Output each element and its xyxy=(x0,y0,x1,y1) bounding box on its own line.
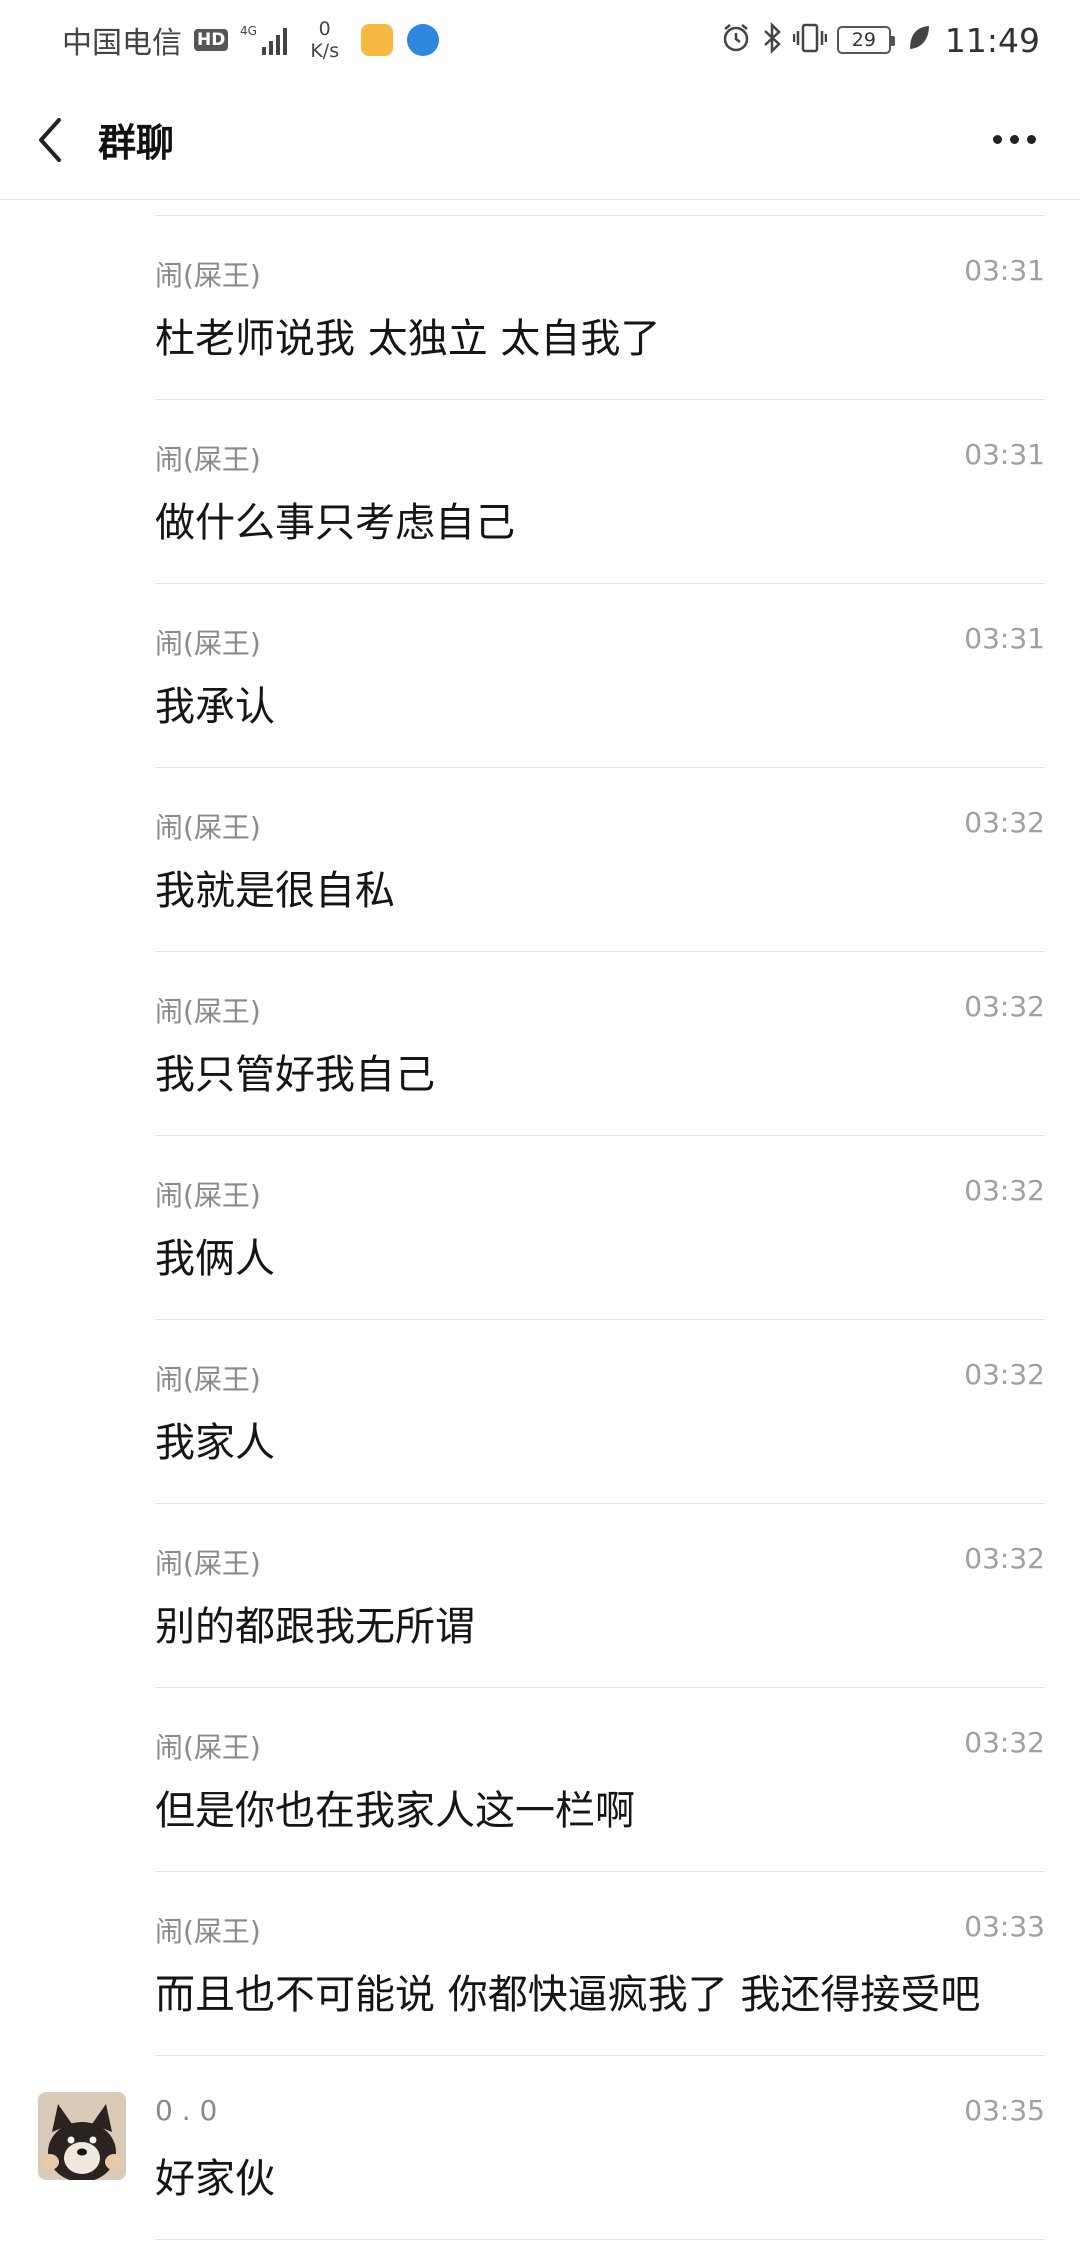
alarm-icon xyxy=(721,23,751,57)
message-time: 03:32 xyxy=(964,806,1045,839)
message-time: 03:32 xyxy=(964,1542,1045,1575)
avatar[interactable] xyxy=(38,2092,126,2180)
more-dot-icon xyxy=(992,135,1002,144)
leaf-icon xyxy=(907,24,931,56)
message-time: 03:32 xyxy=(964,1358,1045,1391)
list-item[interactable]: 闹(屎王) 03:32 但是你也在我家人这一栏啊 xyxy=(0,1688,1080,1872)
sender-name: 0 . 0 xyxy=(155,2094,218,2127)
network-speed: 0 K/s xyxy=(310,18,340,62)
bluetooth-icon xyxy=(761,21,783,58)
message-text: 别的都跟我无所谓 xyxy=(155,1604,475,1650)
list-item[interactable]: 0 . 0 03:35 好家伙 xyxy=(0,2056,1080,2240)
sender-name: 闹(屎王) xyxy=(155,1547,261,1580)
sender-name: 闹(屎王) xyxy=(155,811,261,844)
message-time: 03:32 xyxy=(964,990,1045,1023)
nav-bar: 群聊 xyxy=(0,80,1080,200)
message-text: 我俩人 xyxy=(155,1236,275,1282)
message-text: 我只管好我自己 xyxy=(155,1052,435,1098)
page-title: 群聊 xyxy=(98,121,175,165)
browser-notification-icon xyxy=(407,24,440,56)
message-time: 03:35 xyxy=(964,2094,1045,2127)
app-notification-icon xyxy=(361,24,394,56)
message-time: 03:32 xyxy=(964,1174,1045,1207)
chevron-left-icon xyxy=(39,117,61,162)
message-time: 03:31 xyxy=(964,622,1045,655)
more-dot-icon xyxy=(1009,135,1019,144)
list-item[interactable]: 闹(屎王) 03:31 我承认 xyxy=(0,584,1080,768)
message-text: 好家伙 xyxy=(155,2156,275,2202)
sender-name: 闹(屎王) xyxy=(155,1915,261,1948)
message-text: 做什么事只考虑自己 xyxy=(155,500,515,546)
signal-icon: 4G xyxy=(240,23,292,57)
sender-name: 闹(屎王) xyxy=(155,995,261,1028)
carrier-name: 中国电信 xyxy=(62,26,182,61)
battery-icon: 29 xyxy=(836,26,895,54)
list-item[interactable]: 闹(屎王) 03:32 我俩人 xyxy=(0,1136,1080,1320)
sender-name: 闹(屎王) xyxy=(155,1363,261,1396)
sender-name: 闹(屎王) xyxy=(155,259,261,292)
clock: 11:49 xyxy=(944,20,1040,60)
back-button[interactable] xyxy=(10,90,90,190)
list-item[interactable]: 闹(屎王) 03:32 我就是很自私 xyxy=(0,768,1080,952)
message-time: 03:32 xyxy=(964,1726,1045,1759)
vibrate-icon xyxy=(792,22,828,58)
more-dot-icon xyxy=(1026,135,1036,144)
hd-badge: HD xyxy=(194,29,229,51)
message-text: 杜老师说我 太独立 太自我了 xyxy=(155,316,661,362)
list-item[interactable]: 闹(屎王) 03:31 做什么事只考虑自己 xyxy=(0,400,1080,584)
message-time: 03:31 xyxy=(964,254,1045,287)
message-text: 我就是很自私 xyxy=(155,868,395,914)
message-text: 我承认 xyxy=(155,684,275,730)
list-item[interactable]: 闹(屎王) 03:32 我只管好我自己 xyxy=(0,952,1080,1136)
list-item[interactable]: 闹(屎王) 03:33 而且也不可能说 你都快逼疯我了 我还得接受吧 xyxy=(0,1872,1080,2056)
message-time: 03:31 xyxy=(964,438,1045,471)
sender-name: 闹(屎王) xyxy=(155,1179,261,1212)
sender-name: 闹(屎王) xyxy=(155,1731,261,1764)
list-item[interactable]: 闹(屎王) 03:32 我家人 xyxy=(0,1320,1080,1504)
message-time: 03:33 xyxy=(964,1910,1045,1943)
list-item[interactable]: 闹(屎王) 03:32 别的都跟我无所谓 xyxy=(0,1504,1080,1688)
status-bar: 中国电信 HD 4G 0 K/s 29 11:49 xyxy=(0,0,1080,80)
message-list[interactable]: 闹(屎王) 03:31 杜老师说我 太独立 太自我了 闹(屎王) 03:31 做… xyxy=(0,216,1080,2240)
sender-name: 闹(屎王) xyxy=(155,627,261,660)
message-text: 但是你也在我家人这一栏啊 xyxy=(155,1788,635,1834)
list-item[interactable]: 闹(屎王) 03:31 杜老师说我 太独立 太自我了 xyxy=(0,216,1080,400)
sender-name: 闹(屎王) xyxy=(155,443,261,476)
message-text: 我家人 xyxy=(155,1420,275,1466)
svg-text:4G: 4G xyxy=(240,24,257,38)
message-text: 而且也不可能说 你都快逼疯我了 我还得接受吧 xyxy=(155,1972,981,2018)
divider xyxy=(155,2239,1045,2240)
more-options-button[interactable] xyxy=(982,110,1046,170)
